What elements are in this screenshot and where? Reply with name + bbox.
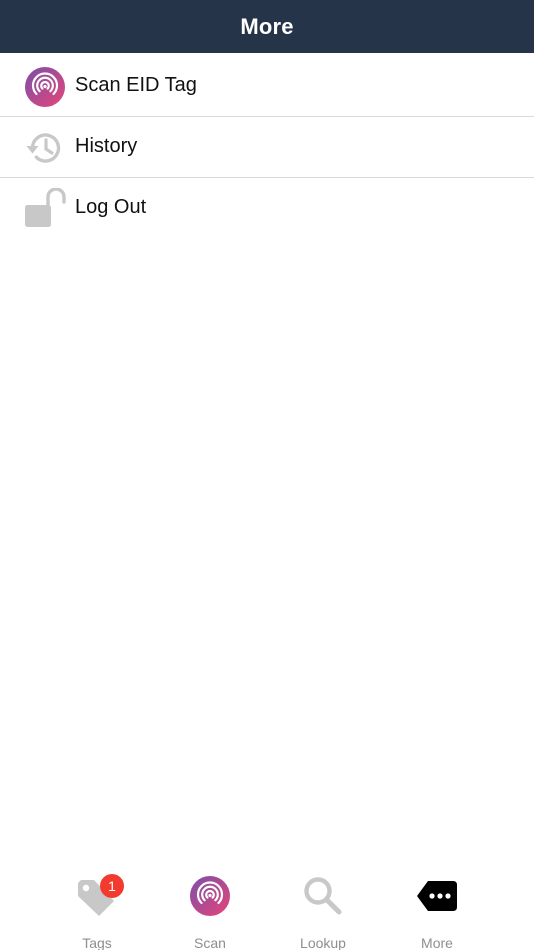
tab-lookup[interactable]: Lookup [268,862,378,950]
magnifier-icon [301,874,345,918]
more-screen: More Scan EID Tag History Log Out 1 Tags… [0,0,534,950]
tab-bar: 1 Tags Scan Lookup More [0,862,534,950]
page-title: More [240,13,294,39]
menu-item-label: Log Out [75,196,147,218]
notification-badge: 1 [100,874,124,898]
more-ellipsis-tag-icon [415,874,459,918]
tab-tags[interactable]: 1 Tags [42,862,152,950]
scan-radio-icon [24,66,66,108]
tab-scan[interactable]: Scan [155,862,265,950]
menu-item-label: Scan EID Tag [75,74,197,96]
navigation-bar: More [0,0,534,53]
more-menu-list: Scan EID Tag History Log Out [0,56,534,238]
tab-label: Scan [194,935,226,950]
history-clock-icon [24,127,66,169]
menu-item-log-out[interactable]: Log Out [0,178,534,238]
menu-item-label: History [75,135,138,157]
scan-radio-icon [188,874,232,918]
menu-item-scan-eid-tag[interactable]: Scan EID Tag [0,56,534,117]
tab-label: More [421,935,453,950]
menu-item-history[interactable]: History [0,117,534,178]
tab-label: Tags [82,935,112,950]
tab-label: Lookup [300,935,346,950]
tab-more[interactable]: More [382,862,492,950]
unlocked-padlock-icon [24,188,66,230]
